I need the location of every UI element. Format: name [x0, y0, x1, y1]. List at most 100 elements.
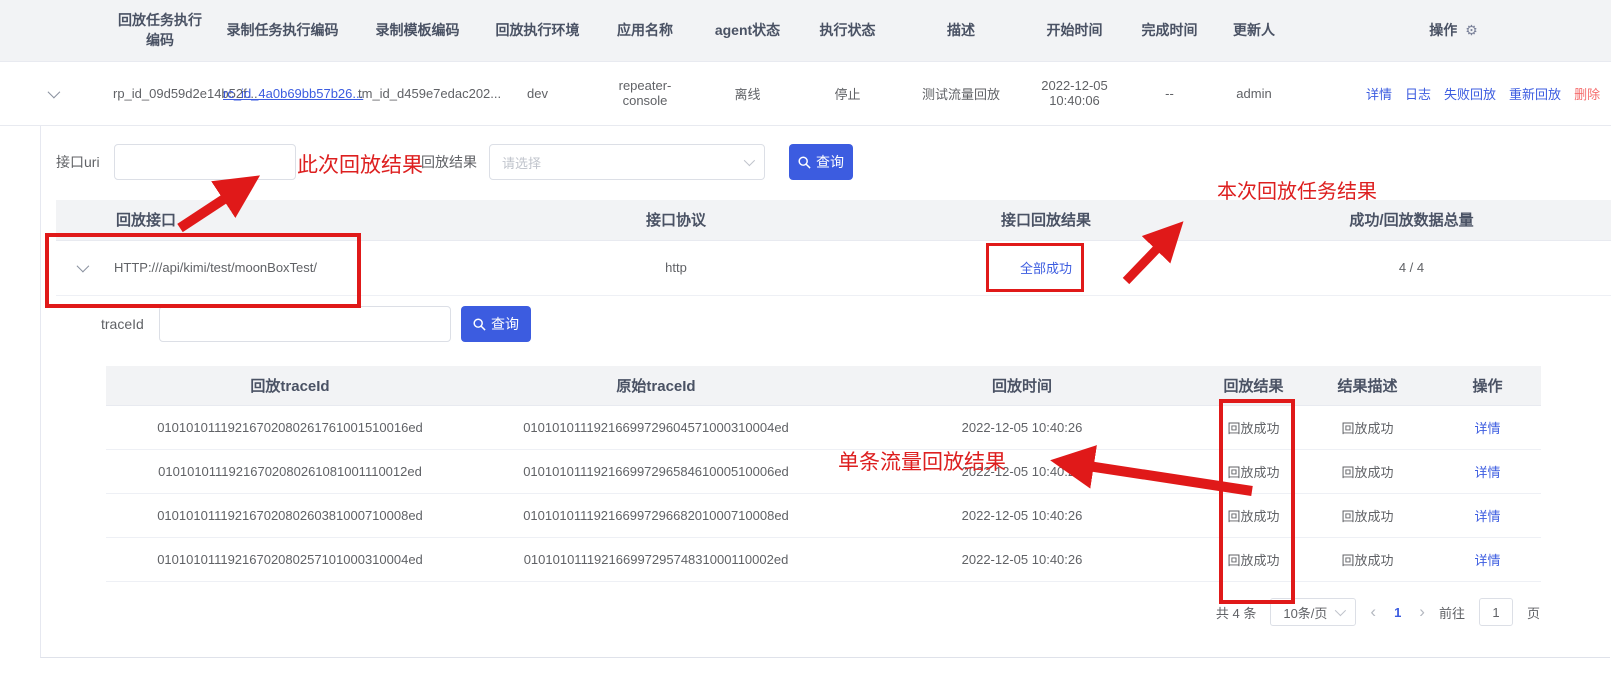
- replay-task-table: 回放任务执行编码 录制任务执行编码 录制模板编码 回放执行环境 应用名称 age…: [0, 0, 1611, 126]
- col-exec-status: 执行状态: [795, 0, 900, 62]
- expand-header: [56, 200, 106, 241]
- col-record-template-code: 录制模板编码: [350, 0, 485, 62]
- col-app-name: 应用名称: [590, 0, 700, 62]
- exec-status-cell: 停止: [795, 61, 900, 126]
- col-replay-exec-code: 回放任务执行编码: [105, 0, 215, 62]
- failed-replay-action[interactable]: 失败回放: [1444, 84, 1496, 103]
- prev-page-icon[interactable]: ‹: [1370, 598, 1376, 626]
- current-page[interactable]: 1: [1390, 605, 1405, 620]
- protocol-cell: http: [471, 240, 881, 296]
- replay-exec-code-cell: rp_id_09d59d2e14b52f...: [105, 61, 258, 126]
- interface-row: HTTP:///api/kimi/test/moonBoxTest/ http …: [56, 240, 1611, 296]
- col-start-time: 开始时间: [1022, 0, 1127, 62]
- col-record-exec-code: 录制任务执行编码: [215, 0, 350, 62]
- col-agent-status: agent状态: [700, 0, 795, 62]
- chevron-down-icon[interactable]: [47, 85, 61, 98]
- updater-cell: admin: [1212, 61, 1296, 126]
- traceid-search-button[interactable]: 查询: [461, 306, 531, 342]
- detail-action[interactable]: 详情: [1366, 84, 1392, 103]
- col-operation: 操作: [1434, 366, 1541, 406]
- col-success-total: 成功/回放数据总量: [1211, 200, 1611, 241]
- next-page-icon[interactable]: ›: [1419, 598, 1425, 626]
- replay-result-cell: 回放成功: [1206, 537, 1301, 582]
- col-replay-env: 回放执行环境: [485, 0, 590, 62]
- col-protocol: 接口协议: [471, 200, 881, 241]
- result-select-placeholder: 请选择: [502, 155, 542, 171]
- interface-filter-row: 接口uri 回放结果 请选择 查询: [41, 144, 1610, 180]
- gear-icon[interactable]: ⚙: [1465, 22, 1478, 38]
- replay-traceid-cell: 01010101119216702080261761001510016ed: [106, 405, 474, 450]
- actions-cell: 详情 日志 失败回放 重新回放 删除: [1296, 61, 1611, 126]
- description-cell: 测试流量回放: [900, 61, 1022, 126]
- origin-traceid-cell: 01010101119216699729668201000710008ed: [474, 493, 838, 538]
- col-actions-label: 操作: [1429, 22, 1458, 39]
- col-updater: 更新人: [1212, 0, 1296, 62]
- interface-result-table: 回放接口 接口协议 接口回放结果 成功/回放数据总量 HTTP:///api/k…: [56, 200, 1611, 296]
- record-exec-code-link[interactable]: rc_id_4a0b69bb57b26...: [223, 86, 363, 101]
- page-size-value: 10条/页: [1283, 605, 1328, 621]
- trace-row: 01010101119216702080257101000310004ed 01…: [106, 537, 1541, 582]
- trace-row: 01010101119216702080261081001110012ed 01…: [106, 449, 1541, 494]
- replay-time-cell: 2022-12-05 10:40:26: [838, 537, 1206, 582]
- log-action[interactable]: 日志: [1405, 84, 1431, 103]
- delete-action[interactable]: 删除: [1574, 84, 1600, 103]
- trace-row: 01010101119216702080261761001510016ed 01…: [106, 405, 1541, 450]
- trace-table: 回放traceId 原始traceId 回放时间 回放结果 结果描述 操作 01…: [106, 366, 1541, 582]
- goto-label: 前往: [1438, 605, 1465, 621]
- success-total-cell: 4 / 4: [1211, 240, 1611, 296]
- interface-search-button[interactable]: 查询: [789, 144, 853, 180]
- trace-filter-row: traceId 查询: [41, 306, 1610, 342]
- task-table-header-row: 回放任务执行编码 录制任务执行编码 录制模板编码 回放执行环境 应用名称 age…: [0, 0, 1611, 62]
- chevron-down-icon[interactable]: [76, 259, 89, 273]
- col-interface-result: 接口回放结果: [881, 200, 1211, 241]
- col-replay-result: 回放结果: [1206, 366, 1301, 406]
- re-replay-action[interactable]: 重新回放: [1509, 84, 1561, 103]
- finish-time-cell: --: [1127, 61, 1212, 126]
- replay-result-cell: 回放成功: [1206, 493, 1301, 538]
- start-time-cell: 2022-12-05 10:40:06: [1022, 61, 1127, 126]
- result-filter-select[interactable]: 请选择: [489, 144, 765, 180]
- expand-header: [0, 0, 105, 62]
- search-icon: [798, 155, 811, 169]
- replay-traceid-cell: 01010101119216702080261081001110012ed: [106, 449, 474, 494]
- col-finish-time: 完成时间: [1127, 0, 1212, 62]
- replay-traceid-cell: 01010101119216702080260381000710008ed: [106, 493, 474, 538]
- replay-time-cell: 2022-12-05 10:40:26: [838, 493, 1206, 538]
- result-desc-cell: 回放成功: [1301, 405, 1434, 450]
- col-result-desc: 结果描述: [1301, 366, 1434, 406]
- interface-result-link[interactable]: 全部成功: [1020, 261, 1072, 276]
- origin-traceid-cell: 01010101119216699729658461000510006ed: [474, 449, 838, 494]
- trace-detail-action[interactable]: 详情: [1474, 421, 1500, 436]
- page-size-select[interactable]: 10条/页: [1270, 598, 1357, 626]
- trace-detail-action[interactable]: 详情: [1474, 465, 1500, 480]
- agent-status-cell: 离线: [700, 61, 795, 126]
- interface-table-header-row: 回放接口 接口协议 接口回放结果 成功/回放数据总量: [56, 200, 1611, 241]
- col-replay-interface: 回放接口: [106, 200, 471, 241]
- origin-traceid-cell: 01010101119216699729604571000310004ed: [474, 405, 838, 450]
- col-description: 描述: [900, 0, 1022, 62]
- replay-interface-cell: HTTP:///api/kimi/test/moonBoxTest/: [106, 240, 471, 296]
- trace-detail-action[interactable]: 详情: [1474, 509, 1500, 524]
- expanded-detail-panel: 接口uri 回放结果 请选择 查询 回放接口 接口协议 接口回放结果 成功/回放…: [40, 126, 1611, 658]
- replay-result-cell: 回放成功: [1206, 449, 1301, 494]
- col-replay-traceid: 回放traceId: [106, 366, 474, 406]
- total-count: 共 4 条: [1215, 605, 1257, 621]
- page-suffix-label: 页: [1526, 605, 1540, 621]
- task-row: rp_id_09d59d2e14b52f... rc_id_4a0b69bb57…: [0, 61, 1611, 126]
- result-desc-cell: 回放成功: [1301, 537, 1434, 582]
- chevron-down-icon: [1335, 604, 1347, 617]
- record-template-code-cell: tm_id_d459e7edac202...: [350, 61, 501, 126]
- replay-time-cell: 2022-12-05 10:40:26: [838, 449, 1206, 494]
- search-button-label: 查询: [491, 316, 519, 332]
- col-replay-time: 回放时间: [838, 366, 1206, 406]
- result-desc-cell: 回放成功: [1301, 493, 1434, 538]
- uri-filter-label: 接口uri: [56, 154, 100, 170]
- result-desc-cell: 回放成功: [1301, 449, 1434, 494]
- search-icon: [473, 317, 486, 331]
- uri-filter-input[interactable]: [114, 144, 296, 180]
- replay-time-cell: 2022-12-05 10:40:26: [838, 405, 1206, 450]
- traceid-filter-input[interactable]: [159, 306, 451, 342]
- replay-result-cell: 回放成功: [1206, 405, 1301, 450]
- trace-detail-action[interactable]: 详情: [1474, 553, 1500, 568]
- goto-page-input[interactable]: [1478, 598, 1513, 626]
